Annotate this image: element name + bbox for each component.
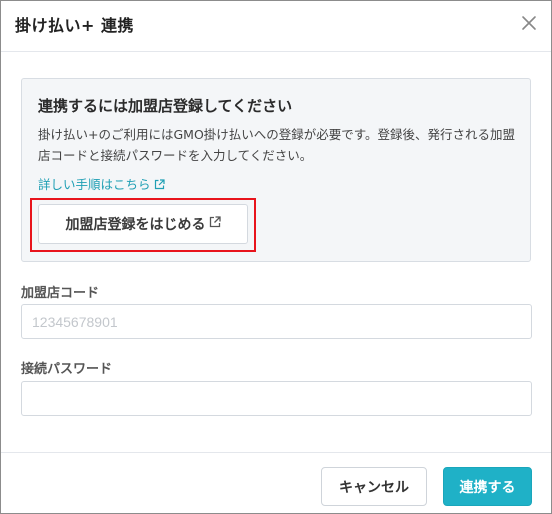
connect-button[interactable]: 連携する bbox=[443, 467, 532, 506]
notice-title: 連携するには加盟店登録してください bbox=[38, 97, 293, 115]
integration-dialog: 掛け払い+ 連携 連携するには加盟店登録してください 掛け払い+のご利用にはGM… bbox=[0, 0, 552, 514]
start-registration-label: 加盟店登録をはじめる bbox=[65, 217, 206, 233]
detailed-steps-link-label: 詳しい手順はこちら bbox=[38, 177, 151, 192]
close-icon[interactable] bbox=[521, 15, 537, 31]
cancel-button[interactable]: キャンセル bbox=[321, 467, 427, 506]
detailed-steps-link[interactable]: 詳しい手順はこちら bbox=[38, 174, 165, 193]
merchant-code-label: 加盟店コード bbox=[21, 286, 100, 301]
start-registration-button[interactable]: 加盟店登録をはじめる bbox=[38, 204, 248, 244]
dialog-title: 掛け払い+ 連携 bbox=[15, 16, 134, 35]
merchant-code-input[interactable] bbox=[21, 304, 532, 339]
password-label: 接続パスワード bbox=[21, 362, 113, 377]
password-input[interactable] bbox=[21, 381, 532, 416]
external-link-icon bbox=[154, 178, 165, 193]
dialog-footer: キャンセル 連携する bbox=[1, 452, 551, 514]
notice-description: 掛け払い+のご利用にはGMO掛け払いへの登録が必要です。登録後、発行される加盟店… bbox=[38, 127, 516, 163]
registration-notice: 連携するには加盟店登録してください 掛け払い+のご利用にはGMO掛け払いへの登録… bbox=[21, 78, 531, 262]
dialog-header: 掛け払い+ 連携 bbox=[1, 1, 551, 52]
external-link-icon bbox=[209, 216, 221, 232]
